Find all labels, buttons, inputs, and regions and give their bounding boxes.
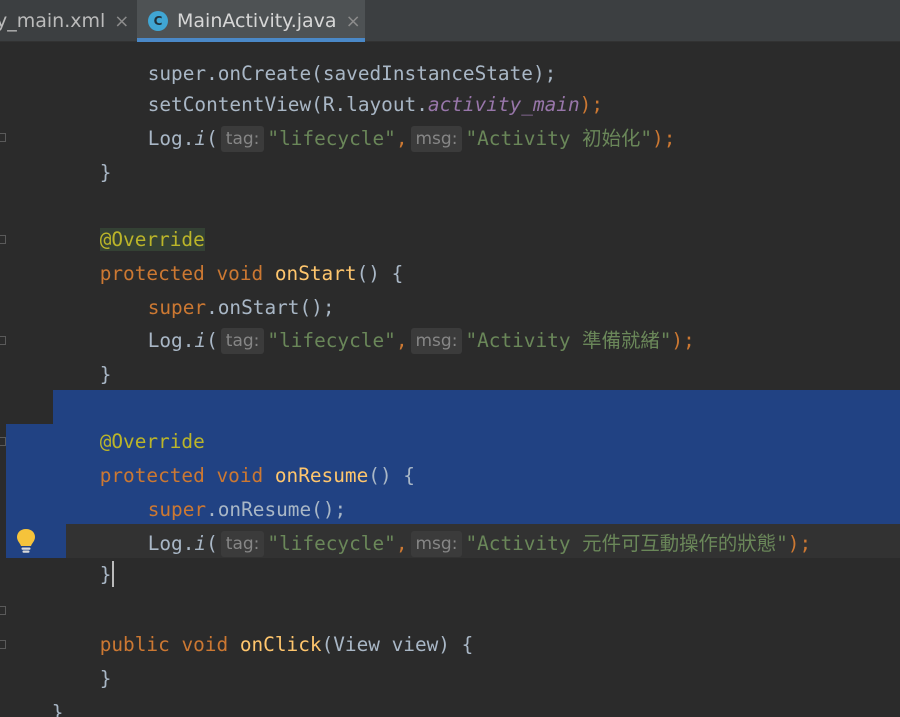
log-method: i bbox=[194, 532, 207, 555]
fold-marker-icon[interactable] bbox=[0, 640, 6, 649]
fold-marker-icon[interactable] bbox=[0, 336, 6, 345]
log-method: i bbox=[194, 329, 207, 352]
param-hint-tag: tag: bbox=[220, 531, 265, 557]
open-paren: ( bbox=[206, 532, 218, 555]
close-icon[interactable]: × bbox=[346, 11, 361, 32]
close-brace: } bbox=[51, 701, 64, 717]
code-line[interactable]: super.onResume(); bbox=[101, 459, 346, 521]
code-line[interactable]: Log.i(tag: "lifecycle", msg: "Activity 元件可互… bbox=[101, 493, 811, 557]
code-punctuation: () { bbox=[368, 464, 415, 487]
tab-main-activity-java[interactable]: C MainActivity.java × bbox=[137, 0, 365, 42]
code-line[interactable]: Log.i(tag: "lifecycle", msg: "Activity 初始化"… bbox=[101, 88, 675, 152]
code-punctuation: ); bbox=[652, 127, 676, 150]
code-line[interactable]: setContentView(R.layout.activity_main); bbox=[101, 54, 603, 116]
tab-activity-main-xml[interactable]: y_main.xml × bbox=[0, 0, 139, 42]
tab-label: MainActivity.java bbox=[177, 10, 337, 32]
string-literal: "lifecycle" bbox=[267, 329, 396, 352]
code-line[interactable]: } bbox=[53, 122, 112, 184]
close-brace: } bbox=[99, 667, 112, 690]
close-brace: } bbox=[99, 363, 112, 386]
param-hint-tag: tag: bbox=[220, 328, 265, 354]
param-hint-msg: msg: bbox=[410, 126, 463, 152]
close-icon[interactable]: × bbox=[114, 11, 129, 32]
log-class: Log. bbox=[147, 532, 195, 555]
method-name: onClick bbox=[239, 633, 322, 656]
param-hint-msg: msg: bbox=[410, 531, 463, 557]
log-method: i bbox=[194, 127, 207, 150]
code-line[interactable]: } bbox=[5, 662, 64, 717]
code-line[interactable]: } bbox=[53, 628, 112, 690]
string-literal: "lifecycle" bbox=[267, 532, 396, 555]
tab-label: y_main.xml bbox=[0, 10, 106, 32]
code-comma: , bbox=[395, 532, 408, 555]
param-hint-tag: tag: bbox=[220, 126, 265, 152]
code-line[interactable]: Log.i(tag: "lifecycle", msg: "Activity 準備就緒… bbox=[101, 290, 695, 354]
code-comma: , bbox=[395, 329, 408, 352]
fold-marker-icon[interactable] bbox=[0, 133, 6, 142]
code-line[interactable]: @Override bbox=[53, 189, 205, 251]
close-brace: } bbox=[99, 563, 112, 586]
code-line[interactable]: protected void onResume() { bbox=[53, 425, 415, 487]
lightbulb-icon[interactable] bbox=[15, 527, 37, 555]
override-marker-icon[interactable] bbox=[0, 437, 6, 446]
override-marker-icon[interactable] bbox=[0, 235, 6, 244]
java-class-icon: C bbox=[148, 11, 168, 31]
code-punctuation: () { bbox=[356, 262, 404, 285]
code-comma: , bbox=[395, 127, 408, 150]
string-literal: "lifecycle" bbox=[267, 127, 396, 150]
editor-tab-bar: y_main.xml × C MainActivity.java × bbox=[0, 0, 900, 42]
log-class: Log. bbox=[147, 329, 195, 352]
code-line[interactable]: } bbox=[53, 524, 115, 587]
string-literal: "Activity 初始化" bbox=[465, 127, 653, 150]
code-punctuation: ); bbox=[671, 329, 695, 352]
code-line[interactable]: super.onStart(); bbox=[101, 257, 335, 319]
string-literal: "Activity 元件可互動操作的狀態" bbox=[465, 532, 788, 555]
code-text: (View view) { bbox=[321, 633, 474, 656]
code-punctuation: ); bbox=[787, 532, 812, 555]
open-paren: ( bbox=[206, 329, 218, 352]
code-line[interactable]: @Override bbox=[53, 391, 205, 453]
code-line[interactable]: public void onClick(View view) { bbox=[53, 594, 474, 656]
keyword: void bbox=[181, 633, 229, 656]
param-hint-msg: msg: bbox=[410, 328, 463, 354]
string-literal: "Activity 準備就緒" bbox=[465, 329, 672, 352]
log-class: Log. bbox=[147, 127, 195, 150]
text-caret bbox=[112, 561, 115, 587]
code-line[interactable]: protected void onStart() { bbox=[53, 223, 404, 285]
close-brace: } bbox=[99, 161, 112, 184]
open-paren: ( bbox=[206, 127, 218, 150]
code-editor[interactable]: super.onCreate(savedInstanceState); setC… bbox=[0, 43, 900, 717]
code-line[interactable]: } bbox=[53, 324, 112, 386]
override-marker-icon[interactable] bbox=[0, 606, 6, 615]
